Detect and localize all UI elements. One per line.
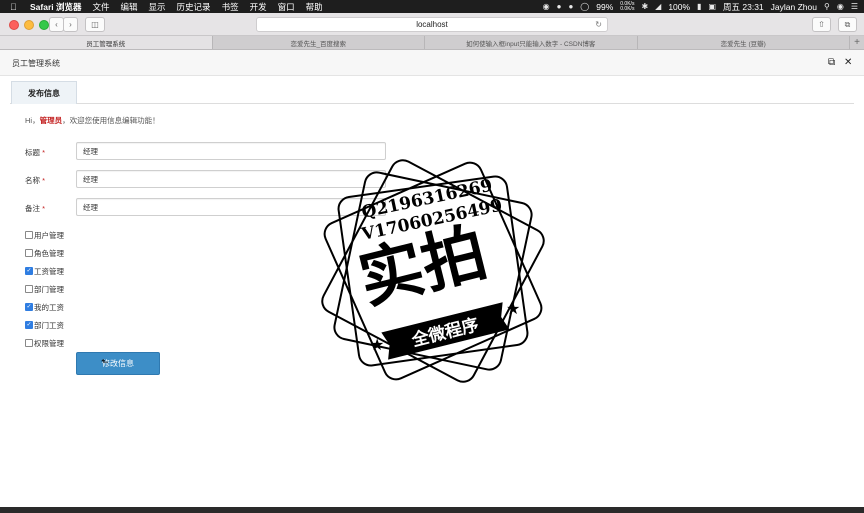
tabs-icon: ⧉ bbox=[844, 19, 851, 29]
search-icon[interactable]: ⚲ bbox=[824, 2, 830, 11]
zoom-window-button[interactable] bbox=[39, 20, 49, 30]
checkbox-permission-management[interactable]: 权限管理 bbox=[25, 334, 64, 352]
address-text: localhost bbox=[416, 20, 448, 29]
dock-edge bbox=[0, 507, 864, 513]
checkbox-department-salary[interactable]: ✓ 部门工资 bbox=[25, 316, 64, 334]
checkbox-department-management[interactable]: 部门管理 bbox=[25, 280, 64, 298]
user-role: 管理员 bbox=[39, 116, 63, 125]
battery-icon[interactable]: ▮ bbox=[697, 2, 701, 11]
mouse-cursor-icon: ⬑ bbox=[101, 357, 109, 367]
share-icon: ⇧ bbox=[818, 20, 825, 29]
notification-center-icon[interactable]: ☰ bbox=[851, 2, 858, 11]
chevron-left-icon: ‹ bbox=[55, 20, 58, 29]
reload-icon[interactable]: ↻ bbox=[595, 20, 602, 29]
menu-file[interactable]: 文件 bbox=[93, 1, 110, 13]
browser-tabs: 员工管理系统 恋爱先生_百度搜索 如何使输入框input只能输入数字 - CSD… bbox=[0, 36, 864, 50]
menu-bar:  Safari 浏览器 文件 编辑 显示 历史记录 书签 开发 窗口 帮助 ◉… bbox=[0, 0, 864, 13]
browser-toolbar: ‹ › ◫ localhost ↻ ⇧ ⧉ bbox=[0, 13, 864, 36]
close-window-button[interactable] bbox=[9, 20, 19, 30]
network-speed: 0.0K/s 0.0K/s bbox=[620, 1, 635, 12]
app-header: 员工管理系统 ⧉ ✕ bbox=[0, 50, 864, 76]
greeting: Hi，管理员，欢迎您使用信息编辑功能！ bbox=[25, 115, 160, 126]
sidebar-icon: ◫ bbox=[91, 20, 99, 29]
apple-icon[interactable]:  bbox=[10, 2, 22, 12]
window-controls bbox=[9, 20, 49, 30]
menu-app-name[interactable]: Safari 浏览器 bbox=[30, 1, 82, 13]
browser-tab-4[interactable]: 恋爱先生 (豆瓣) bbox=[638, 36, 850, 49]
input-method-icon[interactable]: ▣ bbox=[708, 2, 716, 11]
wechat-icon[interactable]: ● bbox=[568, 2, 573, 11]
menu-bookmarks[interactable]: 书签 bbox=[222, 1, 239, 13]
permission-checkboxes: 用户管理 角色管理 ✓ 工资管理 部门管理 ✓ 我的工资 ✓ 部门工资 权限管理 bbox=[25, 226, 64, 352]
minimize-window-button[interactable] bbox=[24, 20, 34, 30]
app-title: 员工管理系统 bbox=[12, 59, 60, 68]
content-tabbar: 发布信息 bbox=[10, 81, 854, 104]
tab-overview-button[interactable]: ⧉ bbox=[838, 17, 857, 32]
clock[interactable]: 周五 23:31 bbox=[723, 1, 764, 13]
checkbox-icon[interactable] bbox=[25, 339, 33, 347]
restore-window-icon[interactable]: ⧉ bbox=[828, 57, 835, 68]
menu-help[interactable]: 帮助 bbox=[306, 1, 323, 13]
record-icon[interactable]: ◉ bbox=[543, 2, 550, 11]
checkbox-user-management[interactable]: 用户管理 bbox=[25, 226, 64, 244]
siri-icon[interactable]: ◉ bbox=[837, 2, 844, 11]
title-label: 标题 * bbox=[25, 148, 46, 157]
checkbox-role-management[interactable]: 角色管理 bbox=[25, 244, 64, 262]
back-button[interactable]: ‹ bbox=[49, 17, 64, 32]
user-name[interactable]: Jaylan Zhou bbox=[771, 2, 817, 12]
browser-tab-1[interactable]: 员工管理系统 bbox=[0, 36, 213, 49]
battery-percent-2: 100% bbox=[668, 1, 691, 12]
activity-icon[interactable]: ◯ bbox=[580, 2, 589, 11]
browser-tab-3[interactable]: 如何使输入框input只能输入数字 - CSDN博客 bbox=[425, 36, 638, 49]
checkbox-icon[interactable] bbox=[25, 249, 33, 257]
checkbox-icon[interactable] bbox=[25, 231, 33, 239]
battery-percent: 99% bbox=[596, 1, 614, 12]
checkbox-icon[interactable]: ✓ bbox=[25, 321, 33, 329]
checkbox-icon[interactable]: ✓ bbox=[25, 303, 33, 311]
sidebar-button[interactable]: ◫ bbox=[85, 17, 105, 32]
name-label: 名称 * bbox=[25, 176, 46, 185]
chevron-right-icon: › bbox=[69, 20, 72, 29]
menu-view[interactable]: 显示 bbox=[149, 1, 166, 13]
net-down: 0.0K/s bbox=[620, 5, 635, 12]
star-icon: ★ bbox=[370, 337, 384, 354]
checkbox-icon[interactable] bbox=[25, 285, 33, 293]
modify-info-button[interactable]: 修改信息 bbox=[76, 352, 160, 375]
address-bar[interactable]: localhost ↻ bbox=[256, 17, 608, 32]
watermark-stamp: Q2196316269 V17060256499 实拍 全微程序 ★ ★ bbox=[321, 159, 545, 383]
star-icon: ★ bbox=[506, 301, 520, 318]
close-icon[interactable]: ✕ bbox=[844, 57, 852, 68]
menu-window[interactable]: 窗口 bbox=[278, 1, 295, 13]
tab-publish-info[interactable]: 发布信息 bbox=[11, 81, 77, 104]
remark-label: 备注 * bbox=[25, 204, 46, 213]
menu-edit[interactable]: 编辑 bbox=[121, 1, 138, 13]
bluetooth-icon[interactable]: ✱ bbox=[641, 2, 648, 11]
menu-develop[interactable]: 开发 bbox=[250, 1, 267, 13]
checkbox-icon[interactable]: ✓ bbox=[25, 267, 33, 275]
share-button[interactable]: ⇧ bbox=[812, 17, 831, 32]
checkbox-salary-management[interactable]: ✓ 工资管理 bbox=[25, 262, 64, 280]
wifi-icon[interactable]: ◢ bbox=[655, 2, 661, 11]
greeting-suffix: ，欢迎您使用信息编辑功能！ bbox=[62, 116, 160, 125]
checkbox-my-salary[interactable]: ✓ 我的工资 bbox=[25, 298, 64, 316]
greeting-prefix: Hi， bbox=[25, 116, 40, 125]
qq-icon[interactable]: ● bbox=[557, 2, 562, 11]
browser-tab-2[interactable]: 恋爱先生_百度搜索 bbox=[213, 36, 425, 49]
forward-button[interactable]: › bbox=[63, 17, 78, 32]
new-tab-button[interactable]: + bbox=[850, 36, 864, 49]
menu-history[interactable]: 历史记录 bbox=[177, 1, 211, 13]
